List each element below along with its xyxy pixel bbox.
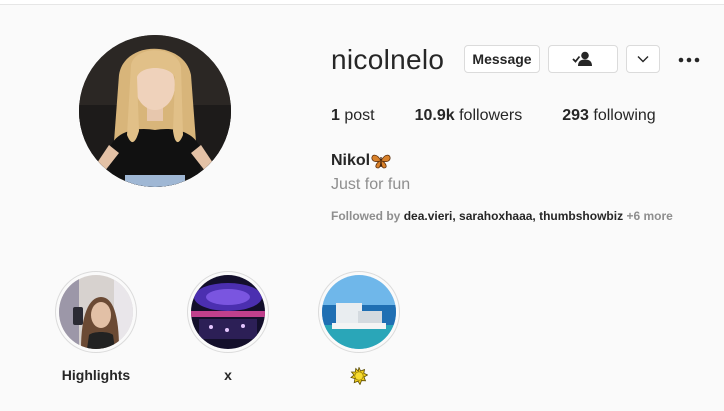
following-label: following bbox=[593, 107, 656, 124]
profile-stats: 1 post 10.9k followers 293 following bbox=[331, 107, 696, 125]
followers-label: followers bbox=[459, 107, 523, 124]
followed-by-line[interactable]: Followed by dea.vieri, sarahoxhaaa, thum… bbox=[331, 209, 673, 223]
message-button[interactable]: Message bbox=[464, 45, 540, 73]
story-highlight[interactable]: Highlights bbox=[54, 271, 138, 383]
followed-by-more[interactable]: +6 more bbox=[626, 209, 672, 223]
followed-by-names[interactable]: dea.vieri, sarahoxhaaa, thumbshowbiz bbox=[404, 209, 623, 223]
chevron-down-icon bbox=[637, 56, 649, 63]
followed-by-prefix: Followed by bbox=[331, 209, 401, 223]
highlight-label: x bbox=[224, 367, 232, 383]
highlight-ring bbox=[187, 271, 269, 353]
profile-username: nicolnelo bbox=[331, 44, 445, 75]
butterfly-icon bbox=[371, 154, 391, 169]
suggestions-dropdown-button[interactable] bbox=[626, 45, 660, 73]
highlight-cover-image bbox=[191, 275, 265, 349]
following-button[interactable] bbox=[548, 45, 618, 73]
more-dots-icon bbox=[678, 57, 700, 63]
posts-label: post bbox=[344, 107, 375, 124]
sun-icon bbox=[350, 366, 369, 386]
posts-count: 1 bbox=[331, 107, 340, 124]
person-check-icon bbox=[572, 51, 592, 66]
story-highlight[interactable] bbox=[317, 271, 401, 388]
more-options-button[interactable] bbox=[674, 46, 704, 74]
highlight-label bbox=[317, 366, 401, 388]
avatar-photo bbox=[79, 35, 231, 187]
followers-stat[interactable]: 10.9k followers bbox=[415, 107, 523, 125]
highlight-label: Highlights bbox=[61, 367, 131, 383]
highlight-ring bbox=[55, 271, 137, 353]
following-stat[interactable]: 293 following bbox=[562, 107, 655, 125]
highlight-cover-image bbox=[322, 275, 396, 349]
message-button-label: Message bbox=[472, 51, 532, 67]
profile-avatar[interactable] bbox=[79, 35, 231, 187]
story-highlight[interactable]: x bbox=[186, 271, 270, 383]
display-name-text: Nikol bbox=[331, 152, 371, 169]
profile-display-name: Nikol bbox=[331, 152, 391, 170]
followers-count: 10.9k bbox=[414, 107, 455, 124]
highlight-cover-image bbox=[59, 275, 133, 349]
following-count: 293 bbox=[562, 107, 589, 124]
posts-stat: 1 post bbox=[331, 107, 375, 125]
top-border bbox=[0, 0, 724, 5]
highlight-ring bbox=[318, 271, 400, 353]
profile-bio: Just for fun bbox=[331, 176, 411, 193]
